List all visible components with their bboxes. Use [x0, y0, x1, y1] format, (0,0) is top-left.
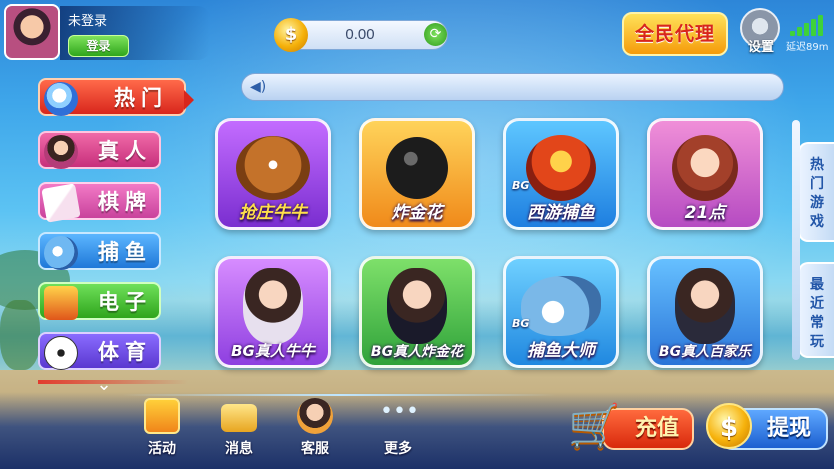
slot-machine-icon	[44, 286, 78, 320]
sidebar-item-slots[interactable]: 电子	[38, 282, 161, 320]
agent-button[interactable]: 全民代理	[622, 12, 728, 56]
headset-agent-icon	[297, 398, 333, 434]
withdraw-button[interactable]: 提现 $	[706, 400, 830, 458]
messages-label: 消息	[225, 441, 253, 457]
activity-label: 活动	[148, 441, 176, 457]
dollar-coin-icon: $	[706, 403, 752, 449]
sidebar-item-label: 真人	[98, 139, 152, 163]
game-label: 21点	[684, 203, 726, 223]
sidebar-item-label: 捕鱼	[98, 240, 152, 264]
shopping-cart-icon: 🛒	[568, 401, 621, 450]
speaker-icon: ◀)	[250, 79, 267, 95]
game-label: 西游捕鱼	[527, 203, 595, 223]
dealer-girl-icon	[44, 135, 78, 169]
game-label: 炸金花	[391, 203, 443, 223]
sidebar-item-cards[interactable]: 棋牌	[38, 182, 161, 223]
signal-strength-icon	[790, 14, 832, 36]
more-dots-icon: •••	[380, 399, 419, 424]
fish-icon	[44, 236, 78, 270]
tab-hot-games[interactable]: 热门游戏	[798, 142, 834, 242]
sidebar-item-fish[interactable]: 捕鱼	[38, 232, 161, 270]
shark-icon	[521, 275, 601, 336]
latency-label: 延迟89m	[786, 42, 829, 53]
active-indicator	[184, 90, 194, 110]
sidebar-item-label: 热门	[114, 86, 168, 110]
cards-icon	[41, 183, 81, 223]
login-button[interactable]: 登录	[68, 35, 129, 57]
rocket-icon	[44, 82, 78, 116]
blackjack-girl-icon	[672, 134, 738, 201]
settings-label[interactable]: 设置	[740, 36, 782, 55]
tabs-rail	[792, 120, 800, 360]
game-tile-bg-live-zjh[interactable]: BG真人炸金花	[359, 256, 475, 368]
avatar-girl-icon[interactable]	[4, 4, 60, 60]
game-tag: BG	[512, 317, 530, 330]
messages-button[interactable]: 消息	[209, 398, 269, 464]
game-label: BG真人百家乐	[658, 344, 752, 360]
dealer-girl-icon	[387, 267, 447, 344]
game-tile-blackjack[interactable]: 21点	[647, 118, 763, 230]
envelope-icon	[221, 404, 257, 432]
game-tag: BG	[512, 179, 530, 192]
sidebar-item-label: 体育	[98, 340, 152, 364]
sidebar-item-label: 电子	[98, 290, 152, 314]
refresh-icon[interactable]: ⟳	[424, 23, 447, 46]
game-tile-fishing-master[interactable]: BG 捕鱼大师	[503, 256, 619, 368]
game-tile-xiyou-fishing[interactable]: BG 西游捕鱼	[503, 118, 619, 230]
game-label: BG真人炸金花	[370, 344, 464, 360]
game-tile-bomb[interactable]: 炸金花	[359, 118, 475, 230]
deposit-button[interactable]: 充值 🛒	[566, 400, 696, 458]
tab-recent-games[interactable]: 最近常玩	[798, 262, 834, 358]
balance-value: 0.00	[345, 26, 375, 43]
sidebar-item-hot[interactable]: 热门	[38, 78, 186, 116]
support-label: 客服	[301, 441, 329, 457]
gift-box-icon	[144, 398, 180, 434]
tab-label: 最近常玩	[810, 277, 824, 350]
game-label: 捕鱼大师	[527, 341, 595, 361]
bomb-icon	[386, 136, 448, 199]
bottom-divider	[122, 394, 556, 396]
sidebar-item-label: 棋牌	[98, 190, 152, 214]
tab-label: 热门游戏	[810, 157, 824, 230]
game-label: BG真人牛牛	[231, 342, 315, 360]
more-label: 更多	[384, 441, 412, 457]
dealer-girl-icon	[675, 267, 735, 344]
bull-icon	[236, 135, 310, 200]
monkey-king-icon	[526, 134, 596, 201]
sidebar-item-sports[interactable]: 体育	[38, 332, 161, 370]
game-tile-bg-live-baccarat[interactable]: BG真人百家乐	[647, 256, 763, 368]
more-button[interactable]: ••• 更多	[368, 398, 428, 464]
sidebar-item-live[interactable]: 真人	[38, 131, 161, 169]
support-button[interactable]: 客服	[285, 398, 345, 464]
palm-foliage	[0, 300, 40, 370]
activity-button[interactable]: 活动	[132, 398, 192, 464]
soccer-ball-icon	[44, 336, 78, 370]
game-tile-bull[interactable]: 抢庄牛牛	[215, 118, 331, 230]
dealer-girl-icon	[243, 267, 303, 344]
username-label: 未登录	[68, 14, 108, 29]
game-label: 抢庄牛牛	[239, 203, 307, 223]
chevron-down-icon[interactable]: ⌄	[93, 376, 115, 394]
game-tile-bg-live-niuniu[interactable]: BG真人牛牛	[215, 256, 331, 368]
announcement-bar	[241, 73, 784, 101]
